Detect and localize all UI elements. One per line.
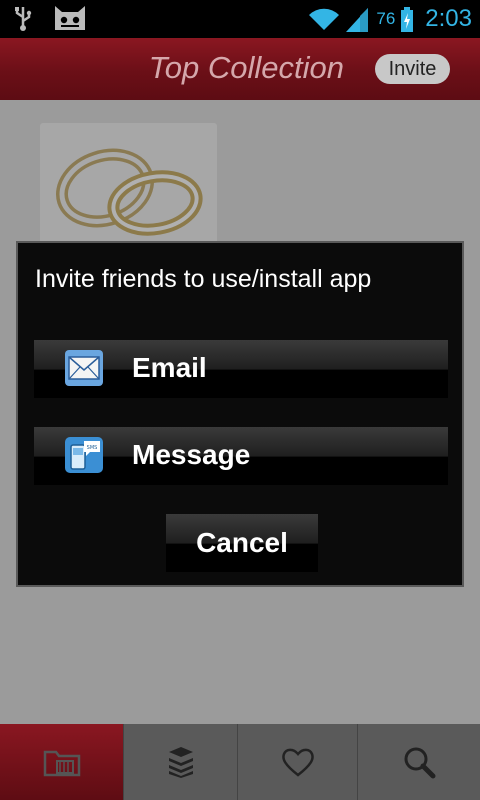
email-option-label: Email (132, 352, 207, 383)
email-envelope-icon (65, 350, 103, 386)
message-option-label: Message (132, 439, 251, 470)
email-option-button[interactable]: Email (34, 340, 448, 398)
battery-icon (401, 7, 414, 32)
status-notifications (14, 4, 88, 32)
tab-favorites[interactable] (238, 724, 358, 800)
layers-stack-icon (168, 747, 193, 778)
folder-icon (43, 750, 80, 777)
usb-icon (15, 7, 32, 31)
dialog-title: Invite friends to use/install app (35, 265, 372, 293)
cyanogen-mascot-icon (55, 6, 85, 30)
status-bar: 76 2:03 (0, 0, 480, 38)
invite-button[interactable]: Invite (375, 54, 450, 84)
tab-search[interactable] (358, 724, 480, 800)
battery-level: 76 (376, 9, 396, 28)
status-indicators: 76 2:03 (308, 0, 472, 38)
bottom-tab-bar (0, 724, 480, 800)
tab-folder[interactable] (0, 724, 124, 800)
cancel-button[interactable]: Cancel (166, 514, 318, 572)
message-option-button[interactable]: SMS Message (34, 427, 448, 485)
search-icon (404, 747, 436, 779)
status-time: 2:03 (425, 5, 472, 32)
heart-icon (281, 748, 314, 777)
sms-message-icon: SMS (65, 437, 103, 473)
svg-text:SMS: SMS (87, 445, 98, 451)
app-header: Top Collection Invite (0, 38, 480, 100)
signal-icon (346, 8, 369, 32)
page-title: Top Collection (148, 50, 344, 85)
wifi-icon (309, 8, 340, 30)
invite-dialog: Invite friends to use/install app Email … (16, 241, 464, 587)
tab-layers[interactable] (124, 724, 238, 800)
